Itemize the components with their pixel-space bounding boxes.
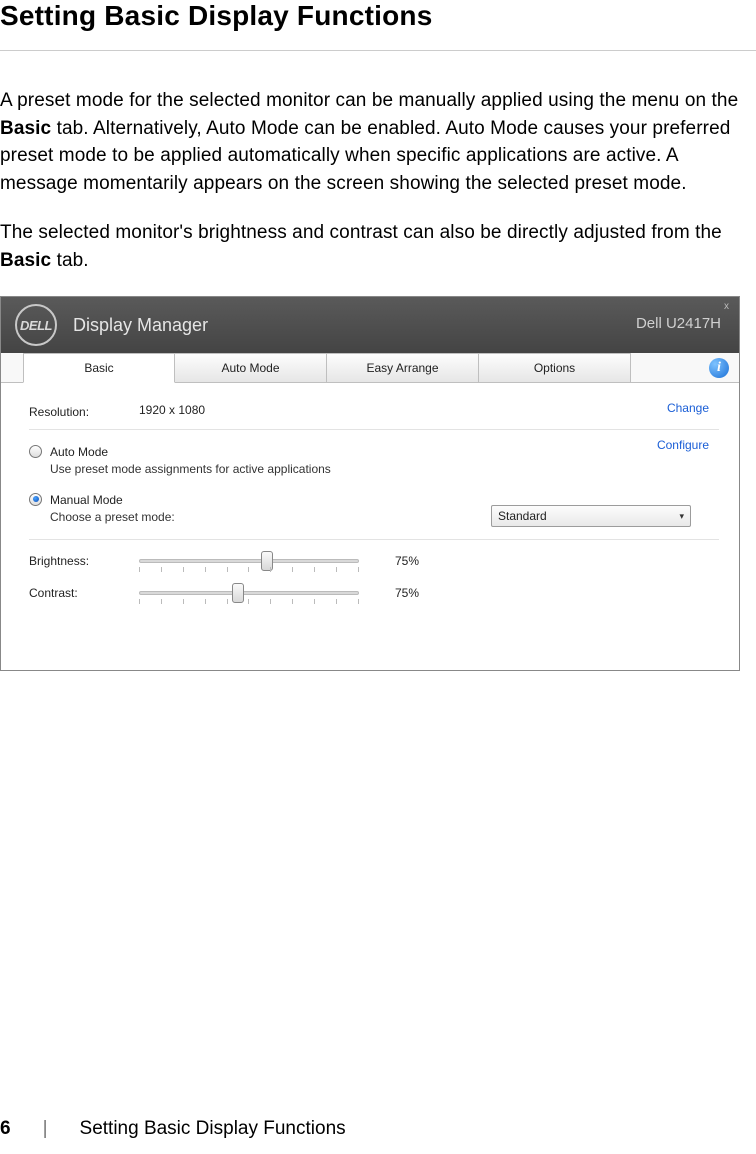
- p2-post: tab.: [51, 250, 88, 271]
- auto-mode-radio[interactable]: [29, 445, 42, 458]
- contrast-track: [139, 591, 359, 595]
- contrast-row: Contrast: 75%: [29, 576, 719, 640]
- brightness-ticks: [139, 567, 359, 575]
- resolution-value: 1920 x 1080: [139, 403, 719, 417]
- mode-row: Auto Mode Use preset mode assignments fo…: [29, 430, 719, 540]
- contrast-value: 75%: [395, 586, 445, 600]
- tab-options[interactable]: Options: [479, 353, 631, 382]
- p1-bold: Basic: [0, 118, 51, 139]
- auto-mode-title: Auto Mode: [50, 444, 331, 461]
- change-link[interactable]: Change: [667, 401, 709, 415]
- chevron-down-icon: ▾: [679, 511, 684, 522]
- dell-logo-icon: DELL: [15, 304, 57, 346]
- manual-mode-radio[interactable]: [29, 493, 42, 506]
- manual-mode-title: Manual Mode: [50, 492, 175, 509]
- title-rule: [0, 50, 756, 51]
- brightness-row: Brightness: 75%: [29, 540, 719, 576]
- app-body: Resolution: 1920 x 1080 Change Auto Mode…: [1, 383, 739, 670]
- page-title: Setting Basic Display Functions: [0, 0, 756, 50]
- auto-mode-text: Auto Mode Use preset mode assignments fo…: [50, 444, 331, 478]
- preset-mode-select[interactable]: Standard ▾: [491, 505, 691, 527]
- footer-separator: |: [43, 1118, 48, 1140]
- monitor-model: Dell U2417H: [636, 315, 721, 332]
- body-paragraph-1: A preset mode for the selected monitor c…: [0, 87, 756, 197]
- auto-mode-option[interactable]: Auto Mode Use preset mode assignments fo…: [29, 444, 719, 478]
- contrast-ticks: [139, 599, 359, 607]
- page-number: 6: [0, 1118, 11, 1140]
- window-header: DELL Display Manager Dell U2417H x: [1, 297, 739, 353]
- display-manager-window: DELL Display Manager Dell U2417H x Basic…: [0, 296, 740, 671]
- body-paragraph-2: The selected monitor's brightness and co…: [0, 219, 756, 274]
- app-title: Display Manager: [73, 315, 208, 336]
- resolution-row: Resolution: 1920 x 1080 Change: [29, 393, 719, 430]
- brightness-value: 75%: [395, 554, 445, 568]
- contrast-slider[interactable]: [139, 591, 359, 595]
- resolution-label: Resolution:: [29, 403, 139, 419]
- brightness-label: Brightness:: [29, 554, 139, 568]
- brightness-slider[interactable]: [139, 559, 359, 563]
- tab-easy-arrange[interactable]: Easy Arrange: [327, 353, 479, 382]
- tab-basic[interactable]: Basic: [23, 353, 175, 383]
- info-icon[interactable]: i: [709, 358, 729, 378]
- configure-link[interactable]: Configure: [657, 438, 709, 452]
- p1-pre: A preset mode for the selected monitor c…: [0, 90, 738, 111]
- brightness-track: [139, 559, 359, 563]
- preset-value: Standard: [498, 509, 547, 523]
- p1-post: tab. Alternatively, Auto Mode can be ena…: [0, 118, 730, 194]
- manual-mode-text: Manual Mode Choose a preset mode:: [50, 492, 175, 526]
- contrast-label: Contrast:: [29, 586, 139, 600]
- tab-auto-mode[interactable]: Auto Mode: [175, 353, 327, 382]
- page-footer: 6 | Setting Basic Display Functions: [0, 1118, 346, 1140]
- footer-text: Setting Basic Display Functions: [80, 1118, 346, 1140]
- p2-pre: The selected monitor's brightness and co…: [0, 222, 722, 243]
- close-icon[interactable]: x: [724, 301, 729, 312]
- manual-mode-sub: Choose a preset mode:: [50, 509, 175, 526]
- auto-mode-sub: Use preset mode assignments for active a…: [50, 461, 331, 478]
- p2-bold: Basic: [0, 250, 51, 271]
- tab-row: Basic Auto Mode Easy Arrange Options i: [1, 353, 739, 383]
